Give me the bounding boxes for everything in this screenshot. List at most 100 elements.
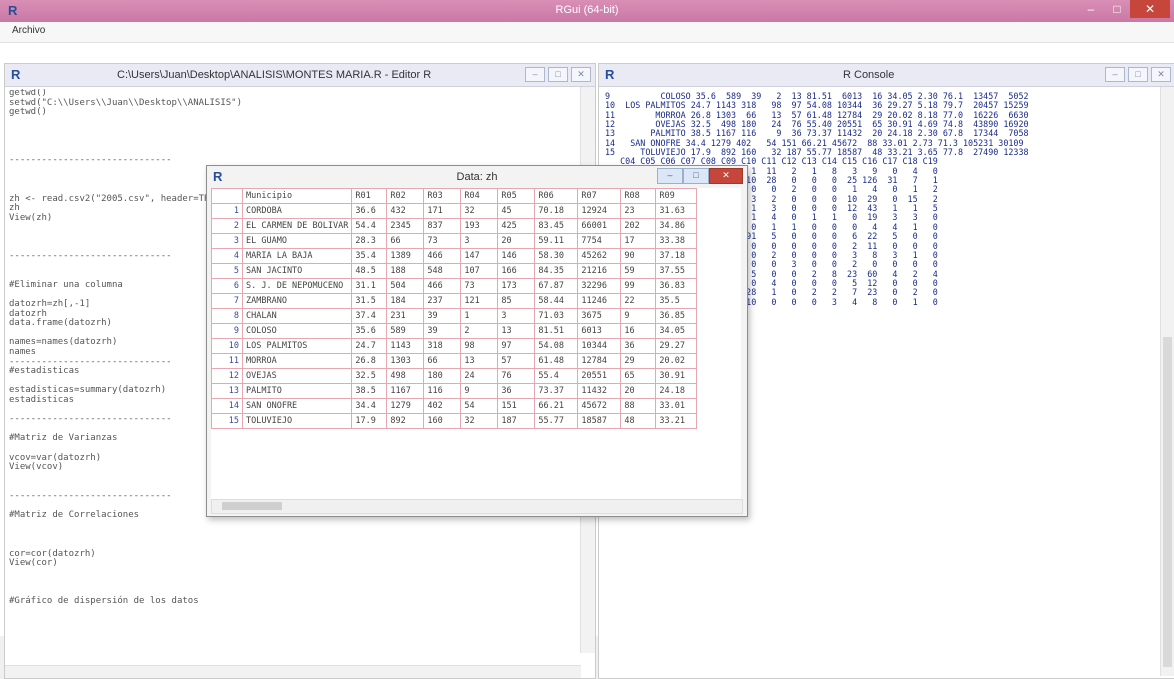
- table-cell[interactable]: 66: [386, 233, 425, 249]
- table-cell[interactable]: 65: [620, 368, 657, 384]
- column-header[interactable]: R04: [460, 188, 499, 204]
- table-cell[interactable]: 504: [386, 278, 425, 294]
- table-cell[interactable]: 20: [620, 383, 657, 399]
- table-cell[interactable]: 466: [423, 278, 462, 294]
- table-cell[interactable]: 837: [423, 218, 462, 234]
- table-cell[interactable]: 173: [497, 278, 536, 294]
- table-cell[interactable]: 48: [620, 413, 657, 429]
- table-cell[interactable]: 13: [460, 353, 499, 369]
- data-viewer-scroll-thumb[interactable]: [222, 502, 282, 510]
- table-cell[interactable]: 39: [423, 308, 462, 324]
- table-cell[interactable]: 1389: [386, 248, 425, 264]
- table-cell[interactable]: 237: [423, 293, 462, 309]
- dv-minimize-button[interactable]: –: [657, 168, 683, 184]
- table-cell[interactable]: 425: [497, 218, 536, 234]
- console-vertical-scrollbar[interactable]: [1160, 87, 1174, 676]
- table-cell[interactable]: SAN JACINTO: [241, 263, 353, 279]
- table-cell[interactable]: PALMITO: [241, 383, 353, 399]
- table-cell[interactable]: 18587: [577, 413, 622, 429]
- table-cell[interactable]: 3: [497, 308, 536, 324]
- table-cell[interactable]: 121: [460, 293, 499, 309]
- table-cell[interactable]: 6013: [577, 323, 622, 339]
- console-maximize-button[interactable]: □: [1128, 67, 1148, 82]
- table-cell[interactable]: 34.4: [351, 398, 388, 414]
- table-cell[interactable]: SAN ONOFRE: [241, 398, 353, 414]
- console-close-button[interactable]: ✕: [1151, 67, 1171, 82]
- table-cell[interactable]: 73.37: [534, 383, 579, 399]
- table-cell[interactable]: 7754: [577, 233, 622, 249]
- data-grid[interactable]: Municipio R01 R02 R03 R04 R05 R06 R07 R08 R09 1 COR…: [211, 188, 741, 500]
- console-scroll-thumb[interactable]: [1163, 337, 1172, 667]
- table-cell[interactable]: 66: [423, 353, 462, 369]
- editor-maximize-button[interactable]: □: [548, 67, 568, 82]
- table-cell[interactable]: 17.9: [351, 413, 388, 429]
- maximize-button[interactable]: □: [1104, 0, 1130, 18]
- row-number[interactable]: 13: [211, 383, 243, 399]
- row-number[interactable]: 9: [211, 323, 243, 339]
- column-header[interactable]: R03: [423, 188, 462, 204]
- table-cell[interactable]: 892: [386, 413, 425, 429]
- table-cell[interactable]: 32: [460, 203, 499, 219]
- row-number[interactable]: 1: [211, 203, 243, 219]
- table-cell[interactable]: 146: [497, 248, 536, 264]
- table-cell[interactable]: 20551: [577, 368, 622, 384]
- console-minimize-button[interactable]: –: [1105, 67, 1125, 82]
- table-cell[interactable]: COLOSO: [241, 323, 353, 339]
- data-viewer-horizontal-scrollbar[interactable]: [211, 499, 743, 514]
- table-cell[interactable]: 59: [620, 263, 657, 279]
- table-cell[interactable]: 11246: [577, 293, 622, 309]
- dv-maximize-button[interactable]: □: [683, 168, 709, 184]
- table-cell[interactable]: 1167: [386, 383, 425, 399]
- table-cell[interactable]: 171: [423, 203, 462, 219]
- table-cell[interactable]: 37.18: [655, 248, 698, 264]
- table-cell[interactable]: 67.87: [534, 278, 579, 294]
- table-cell[interactable]: 57: [497, 353, 536, 369]
- table-cell[interactable]: 45: [497, 203, 536, 219]
- table-cell[interactable]: 32296: [577, 278, 622, 294]
- table-cell[interactable]: 45262: [577, 248, 622, 264]
- table-cell[interactable]: 9: [620, 308, 657, 324]
- table-cell[interactable]: 9: [460, 383, 499, 399]
- table-cell[interactable]: 548: [423, 263, 462, 279]
- table-cell[interactable]: 39: [423, 323, 462, 339]
- row-number[interactable]: 11: [211, 353, 243, 369]
- table-cell[interactable]: 3675: [577, 308, 622, 324]
- table-cell[interactable]: 23: [620, 203, 657, 219]
- table-cell[interactable]: S. J. DE NEPOMUCENO: [241, 278, 353, 294]
- table-cell[interactable]: 33.38: [655, 233, 698, 249]
- table-cell[interactable]: 34.05: [655, 323, 698, 339]
- column-header[interactable]: R08: [620, 188, 657, 204]
- table-cell[interactable]: 66.21: [534, 398, 579, 414]
- table-cell[interactable]: 66001: [577, 218, 622, 234]
- column-header[interactable]: R05: [497, 188, 536, 204]
- menu-archivo[interactable]: Archivo: [12, 25, 45, 36]
- table-cell[interactable]: 36.83: [655, 278, 698, 294]
- table-cell[interactable]: 1279: [386, 398, 425, 414]
- table-cell[interactable]: 432: [386, 203, 425, 219]
- table-cell[interactable]: 31.1: [351, 278, 388, 294]
- table-cell[interactable]: 107: [460, 263, 499, 279]
- table-cell[interactable]: 3: [460, 233, 499, 249]
- table-cell[interactable]: 55.77: [534, 413, 579, 429]
- table-cell[interactable]: 48.5: [351, 263, 388, 279]
- table-cell[interactable]: 32.5: [351, 368, 388, 384]
- table-cell[interactable]: 2345: [386, 218, 425, 234]
- table-cell[interactable]: 81.51: [534, 323, 579, 339]
- column-header[interactable]: Municipio: [241, 188, 353, 204]
- table-cell[interactable]: 36.6: [351, 203, 388, 219]
- table-cell[interactable]: 22: [620, 293, 657, 309]
- table-cell[interactable]: 99: [620, 278, 657, 294]
- table-cell[interactable]: 318: [423, 338, 462, 354]
- table-cell[interactable]: 36: [497, 383, 536, 399]
- table-cell[interactable]: 36.85: [655, 308, 698, 324]
- row-number[interactable]: 7: [211, 293, 243, 309]
- row-number[interactable]: 6: [211, 278, 243, 294]
- table-cell[interactable]: 188: [386, 263, 425, 279]
- table-cell[interactable]: 26.8: [351, 353, 388, 369]
- table-cell[interactable]: 54.08: [534, 338, 579, 354]
- table-cell[interactable]: 55.4: [534, 368, 579, 384]
- table-cell[interactable]: 34.86: [655, 218, 698, 234]
- editor-minimize-button[interactable]: –: [525, 67, 545, 82]
- row-number[interactable]: 14: [211, 398, 243, 414]
- table-cell[interactable]: 35.5: [655, 293, 698, 309]
